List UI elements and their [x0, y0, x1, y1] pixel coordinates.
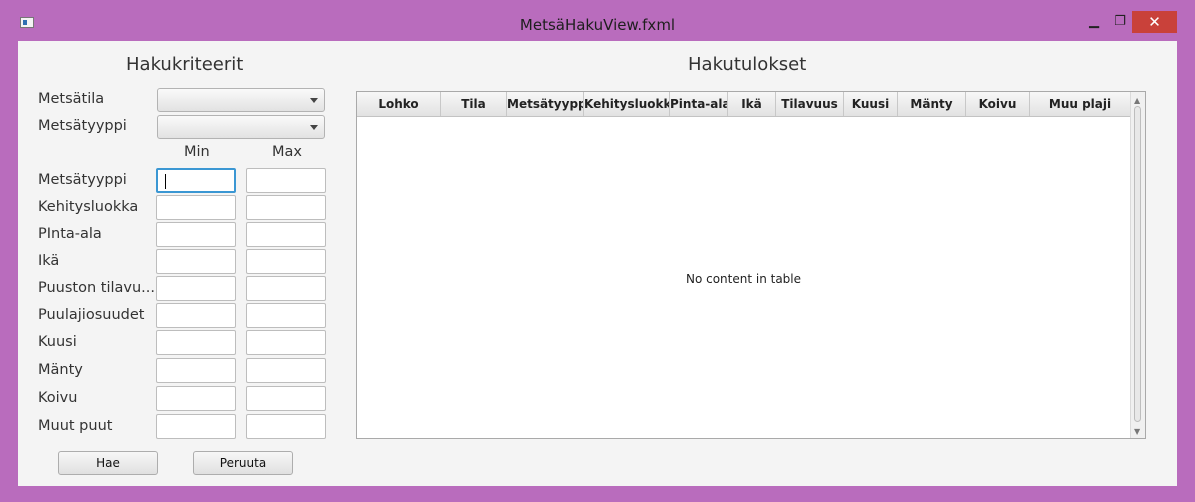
search-button[interactable]: Hae	[58, 451, 158, 475]
range-label-metsatyyppi: Metsätyyppi	[38, 172, 127, 188]
results-heading: Hakutulokset	[688, 54, 807, 75]
range-label-muut-puut: Muut puut	[38, 418, 113, 434]
muut-puut-max-field[interactable]	[246, 414, 326, 439]
range-label-puulajiosuudet: Puulajiosuudet	[38, 307, 145, 323]
vertical-scrollbar[interactable]: ▲ ▼	[1130, 92, 1145, 438]
chevron-down-icon[interactable]	[310, 125, 318, 130]
scroll-up-icon[interactable]: ▲	[1134, 96, 1140, 105]
range-label-manty: Mänty	[38, 362, 83, 378]
metsatyyppi-max-field[interactable]	[246, 168, 326, 193]
manty-max-field[interactable]	[246, 358, 326, 383]
koivu-max-field[interactable]	[246, 386, 326, 411]
ika-min-field[interactable]	[156, 249, 236, 274]
minimize-button[interactable]: ▁	[1082, 11, 1106, 33]
min-column-header: Min	[184, 144, 210, 160]
table-header: Lohko Tila Metsätyyppi Kehitysluokka Pin…	[357, 92, 1130, 117]
muut-puut-min-field[interactable]	[156, 414, 236, 439]
text-caret	[165, 174, 166, 189]
puuston-tilavuus-min-field[interactable]	[156, 276, 236, 301]
chevron-down-icon[interactable]	[310, 98, 318, 103]
column-header-kuusi[interactable]: Kuusi	[844, 92, 898, 116]
metsatyyppi-combo-label: Metsätyyppi	[38, 118, 127, 134]
manty-min-field[interactable]	[156, 358, 236, 383]
range-label-koivu: Koivu	[38, 390, 78, 406]
scroll-down-icon[interactable]: ▼	[1134, 427, 1140, 436]
puulajiosuudet-max-field[interactable]	[246, 303, 326, 328]
kehitysluokka-min-field[interactable]	[156, 195, 236, 220]
range-label-kuusi: Kuusi	[38, 334, 77, 350]
column-header-muu-plaji[interactable]: Muu plaji	[1030, 92, 1130, 116]
range-label-ika: Ikä	[38, 253, 60, 269]
criteria-heading: Hakukriteerit	[126, 54, 244, 75]
column-header-kehitysluokka[interactable]: Kehitysluokka	[584, 92, 670, 116]
puuston-tilavuus-max-field[interactable]	[246, 276, 326, 301]
pinta-ala-max-field[interactable]	[246, 222, 326, 247]
metsatila-combobox[interactable]	[157, 88, 325, 112]
metsatyyppi-min-field[interactable]	[156, 168, 236, 193]
range-label-kehitysluokka: Kehitysluokka	[38, 199, 139, 215]
max-column-header: Max	[272, 144, 302, 160]
range-label-pinta-ala: PInta-ala	[38, 226, 102, 242]
column-header-tila[interactable]: Tila	[441, 92, 507, 116]
window-content: Hakukriteerit Metsätila Metsätyyppi Min …	[18, 41, 1177, 486]
metsatyyppi-combobox[interactable]	[157, 115, 325, 139]
scrollbar-thumb[interactable]	[1134, 106, 1141, 422]
column-header-lohko[interactable]: Lohko	[357, 92, 441, 116]
empty-table-message: No content in table	[685, 272, 802, 286]
close-button[interactable]: ✕	[1132, 11, 1177, 33]
cancel-button[interactable]: Peruuta	[193, 451, 293, 475]
koivu-min-field[interactable]	[156, 386, 236, 411]
results-table[interactable]: Lohko Tila Metsätyyppi Kehitysluokka Pin…	[356, 91, 1146, 439]
range-label-puuston-tilavuus: Puuston tilavu...	[38, 280, 156, 296]
title-bar[interactable]: MetsäHakuView.fxml ▁ ❐ ✕	[0, 0, 1195, 40]
pinta-ala-min-field[interactable]	[156, 222, 236, 247]
column-header-tilavuus[interactable]: Tilavuus	[776, 92, 844, 116]
puulajiosuudet-min-field[interactable]	[156, 303, 236, 328]
column-header-manty[interactable]: Mänty	[898, 92, 966, 116]
ika-max-field[interactable]	[246, 249, 326, 274]
app-window: MetsäHakuView.fxml ▁ ❐ ✕ Hakukriteerit M…	[0, 0, 1195, 502]
column-header-pinta-ala[interactable]: Pinta-ala	[670, 92, 728, 116]
kuusi-max-field[interactable]	[246, 330, 326, 355]
kuusi-min-field[interactable]	[156, 330, 236, 355]
maximize-button[interactable]: ❐	[1108, 11, 1132, 33]
kehitysluokka-max-field[interactable]	[246, 195, 326, 220]
column-header-ika[interactable]: Ikä	[728, 92, 776, 116]
window-title: MetsäHakuView.fxml	[519, 16, 676, 34]
column-header-koivu[interactable]: Koivu	[966, 92, 1030, 116]
column-header-metsatyyppi[interactable]: Metsätyyppi	[507, 92, 584, 116]
metsatila-label: Metsätila	[38, 91, 105, 107]
